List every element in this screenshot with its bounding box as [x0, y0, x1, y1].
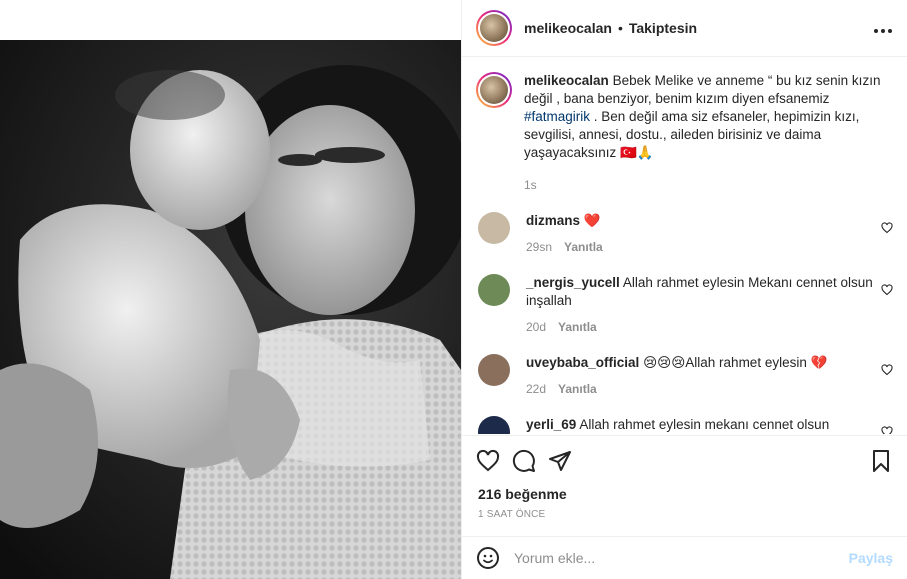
comment-avatar[interactable]: [478, 354, 510, 386]
comment-like-icon[interactable]: [881, 222, 893, 234]
caption-username[interactable]: melikeocalan: [524, 73, 609, 88]
comment-meta: 22d Yanıtla: [526, 380, 876, 398]
reply-button[interactable]: Yanıtla: [558, 320, 597, 334]
post-details-panel: melikeocalan • Takiptesin melikeocalan B…: [461, 0, 907, 579]
caption-time: 1s: [524, 178, 537, 192]
comment-item: _nergis_yucell Allah rahmet eylesin Meka…: [476, 274, 893, 336]
reply-button[interactable]: Yanıtla: [558, 382, 597, 396]
post-media-panel: [0, 0, 461, 579]
more-icon[interactable]: [873, 18, 893, 39]
bookmark-icon[interactable]: [869, 449, 893, 473]
comment-username[interactable]: _nergis_yucell: [526, 275, 620, 290]
emoji-icon[interactable]: [476, 546, 500, 570]
comment-time: 22d: [526, 382, 547, 396]
comment-body: dizmans ❤️ 29sn Yanıtla: [526, 212, 876, 256]
top-strip: [0, 0, 461, 40]
comments-scroll[interactable]: melikeocalan Bebek Melike ve anneme “ bu…: [462, 58, 907, 434]
posted-time: 1 SAAT ÖNCE: [478, 509, 546, 520]
comment-username[interactable]: uveybaba_official: [526, 355, 639, 370]
comment-like-icon[interactable]: [881, 364, 893, 376]
comment-text: ❤️: [583, 213, 601, 228]
author-username[interactable]: melikeocalan: [524, 20, 612, 36]
comment-time: 20d: [526, 320, 547, 334]
separator-dot: •: [617, 20, 623, 36]
comment-icon[interactable]: [512, 449, 536, 473]
comment-time: 29sn: [526, 240, 553, 254]
comment-like-icon[interactable]: [881, 284, 893, 296]
reply-button[interactable]: Yanıtla: [564, 240, 603, 254]
comment-username[interactable]: yerli_69: [526, 417, 576, 432]
caption-hashtag[interactable]: #fatmagirik: [524, 109, 590, 124]
caption: melikeocalan Bebek Melike ve anneme “ bu…: [476, 72, 893, 194]
comment-avatar[interactable]: [478, 416, 510, 434]
action-bar: [462, 435, 907, 485]
comment-avatar[interactable]: [478, 274, 510, 306]
share-icon[interactable]: [548, 449, 572, 473]
comment-item: yerli_69 Allah rahmet eylesin mekanı cen…: [476, 416, 893, 434]
comment-text: 😢😢😢Allah rahmet eylesin 💔: [643, 355, 828, 370]
comment-avatar[interactable]: [478, 212, 510, 244]
comment-input[interactable]: [514, 550, 849, 566]
comment-meta: 29sn Yanıtla: [526, 238, 876, 256]
add-comment-bar: Paylaş: [462, 536, 907, 579]
caption-avatar[interactable]: [476, 72, 512, 108]
comment-meta: 20d Yanıtla: [526, 318, 876, 336]
comment-item: dizmans ❤️ 29sn Yanıtla: [476, 212, 893, 256]
follow-status-button[interactable]: Takiptesin: [629, 20, 697, 36]
comment-item: uveybaba_official 😢😢😢Allah rahmet eylesi…: [476, 354, 893, 398]
post-photo[interactable]: [0, 40, 461, 579]
post-comment-button[interactable]: Paylaş: [849, 550, 893, 566]
comment-username[interactable]: dizmans: [526, 213, 580, 228]
post-header: melikeocalan • Takiptesin: [462, 0, 907, 57]
heart-icon[interactable]: [476, 449, 500, 473]
comment-body: uveybaba_official 😢😢😢Allah rahmet eylesi…: [526, 354, 876, 398]
author-avatar[interactable]: [476, 10, 512, 46]
comment-body: _nergis_yucell Allah rahmet eylesin Meka…: [526, 274, 876, 336]
likes-count[interactable]: 216 beğenme: [478, 486, 567, 502]
comment-body: yerli_69 Allah rahmet eylesin mekanı cen…: [526, 416, 876, 434]
comment-like-icon[interactable]: [881, 426, 893, 434]
caption-body: melikeocalan Bebek Melike ve anneme “ bu…: [524, 72, 893, 194]
